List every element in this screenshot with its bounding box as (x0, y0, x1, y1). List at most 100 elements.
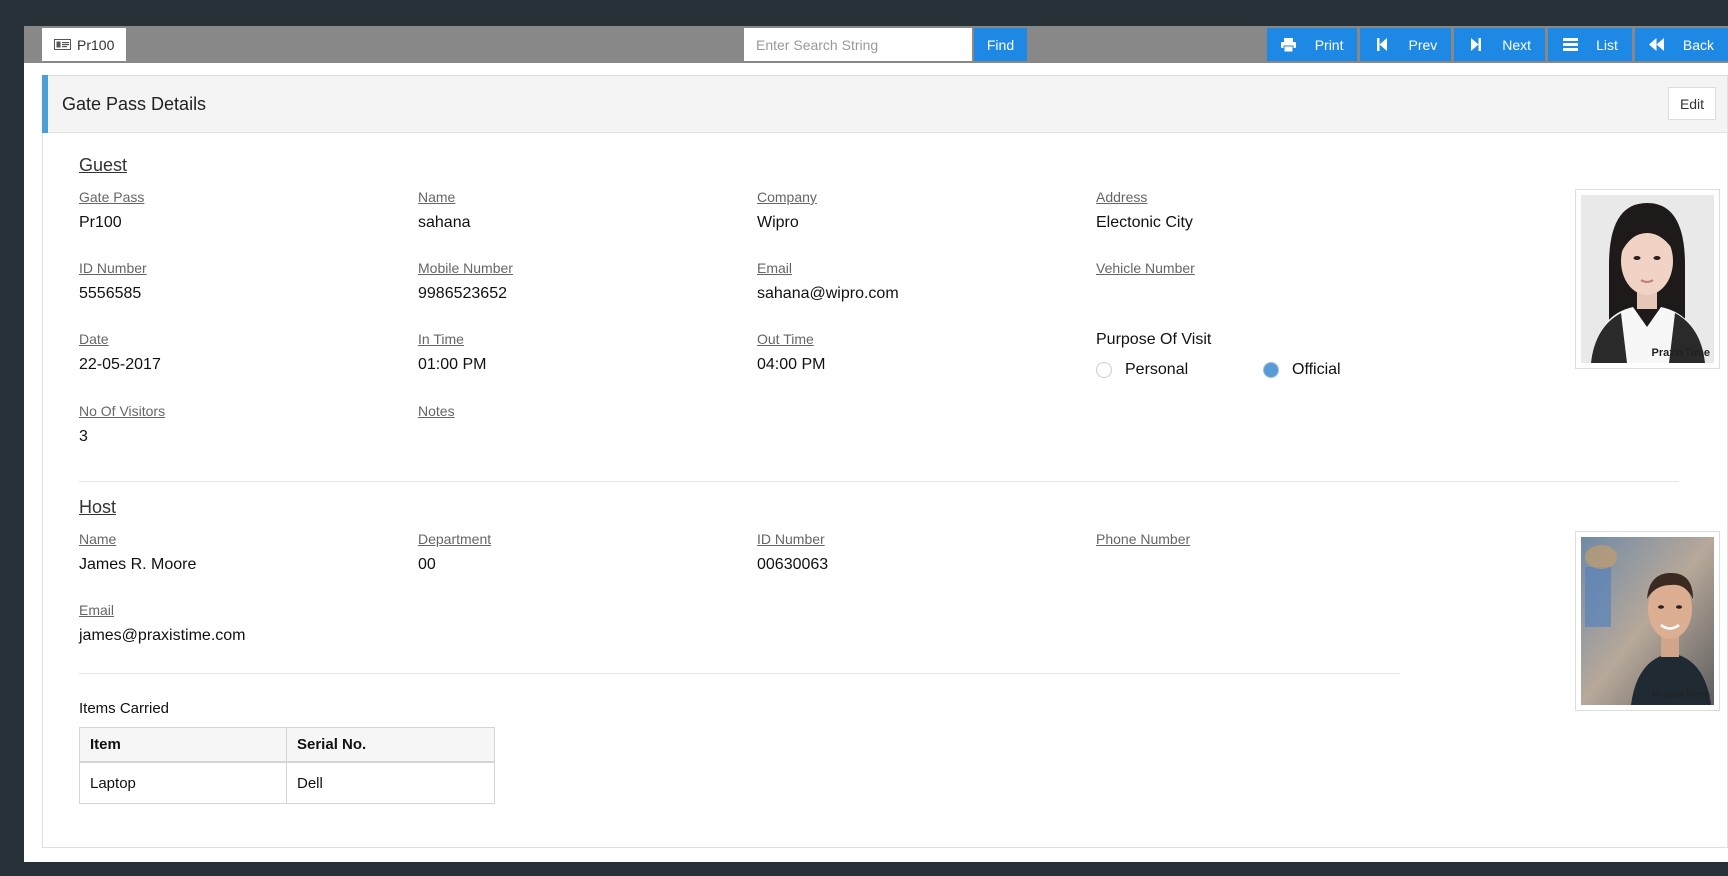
field-vehicle-number: Vehicle Number (1096, 260, 1195, 285)
page-title: Gate Pass Details (62, 94, 207, 114)
field-label: Date (79, 331, 109, 347)
print-icon (1281, 37, 1297, 53)
gate-pass-panel: Gate Pass Details Edit Guest Gate Pass P… (42, 75, 1728, 848)
host-divider (79, 673, 1400, 674)
id-card-icon (54, 39, 71, 50)
table-row: Laptop Dell (79, 761, 495, 804)
back-button[interactable]: Back (1634, 28, 1728, 61)
field-phone-number: Phone Number (1096, 531, 1190, 556)
table-header-row: Item Serial No. (79, 727, 495, 763)
field-gate-pass: Gate Pass Pr100 (79, 189, 144, 232)
field-value: Electonic City (1096, 214, 1193, 231)
guest-section-title: Guest (79, 155, 128, 175)
field-label: No Of Visitors (79, 403, 166, 419)
radio-personal-label[interactable]: Personal (1125, 361, 1263, 379)
list-label: List (1596, 36, 1618, 53)
radio-official-label[interactable]: Official (1292, 361, 1341, 379)
items-carried-label: Items Carried (79, 700, 170, 717)
field-label: Name (79, 531, 117, 547)
field-value: 22-05-2017 (79, 356, 161, 373)
field-label: Email (79, 602, 115, 618)
field-address: Address Electonic City (1096, 189, 1193, 232)
field-label: Department (418, 531, 492, 547)
host-portrait-illustration (1581, 537, 1714, 705)
field-out-time: Out Time 04:00 PM (757, 331, 825, 374)
search-input[interactable] (744, 28, 972, 61)
field-date: Date 22-05-2017 (79, 331, 161, 374)
prev-button[interactable]: Prev (1360, 28, 1452, 61)
field-label: In Time (418, 331, 464, 347)
field-department: Department 00 (418, 531, 491, 574)
field-value: 3 (79, 428, 88, 445)
field-guest-id-number: ID Number 5556585 (79, 260, 147, 303)
radio-official[interactable] (1263, 362, 1279, 378)
field-company: Company Wipro (757, 189, 817, 232)
app-window: Pr100 Find Print Prev Next (24, 26, 1728, 862)
next-button[interactable]: Next (1454, 28, 1546, 61)
next-label: Next (1502, 36, 1532, 53)
photo-watermark: PraxisTime (1651, 347, 1710, 359)
host-photo: PraxisTime (1575, 531, 1720, 711)
field-purpose-of-visit: Purpose Of Visit Personal Official (1096, 331, 1341, 379)
column-header-item: Item (79, 727, 287, 763)
field-label: Notes (418, 403, 455, 419)
field-label: Mobile Number (418, 260, 513, 276)
print-label: Print (1314, 36, 1344, 53)
items-carried-table: Item Serial No. Laptop Dell (79, 727, 495, 804)
field-host-email: Email james@praxistime.com (79, 602, 246, 645)
field-label: Out Time (757, 331, 814, 347)
field-no-of-visitors: No Of Visitors 3 (79, 403, 165, 446)
panel-accent-bar (42, 75, 48, 133)
guest-photo: PraxisTime (1575, 189, 1720, 369)
field-host-id-number: ID Number 00630063 (757, 531, 828, 574)
field-value: James R. Moore (79, 556, 197, 573)
guest-photo-image: PraxisTime (1581, 195, 1714, 363)
record-tab[interactable]: Pr100 (42, 28, 127, 61)
radio-personal[interactable] (1096, 362, 1112, 378)
print-button[interactable]: Print (1266, 28, 1358, 61)
rewind-icon (1649, 37, 1665, 53)
section-divider (79, 481, 1679, 482)
purpose-label: Purpose Of Visit (1096, 331, 1212, 348)
field-value: Wipro (757, 214, 799, 231)
list-button[interactable]: List (1548, 28, 1632, 61)
purpose-radio-group: Personal Official (1096, 361, 1341, 379)
field-host-name: Name James R. Moore (79, 531, 196, 574)
table-cell-item: Laptop (79, 761, 287, 804)
field-label: Phone Number (1096, 531, 1191, 547)
field-label: Vehicle Number (1096, 260, 1195, 276)
field-label: Name (418, 189, 456, 205)
field-value: james@praxistime.com (79, 627, 246, 644)
record-navigation: Print Prev Next List Back (1264, 28, 1728, 61)
back-label: Back (1682, 36, 1714, 53)
skip-forward-icon (1468, 37, 1484, 53)
edit-button[interactable]: Edit (1668, 87, 1716, 120)
field-value: 9986523652 (418, 285, 507, 302)
field-value: 00 (418, 556, 436, 573)
field-value: 5556585 (79, 285, 142, 302)
table-cell-serial-no: Dell (286, 761, 495, 804)
field-notes: Notes (418, 403, 455, 428)
host-section-title: Host (79, 497, 117, 517)
find-button[interactable]: Find (974, 28, 1027, 61)
field-guest-name: Name sahana (418, 189, 471, 232)
toolbar: Pr100 Find Print Prev Next (24, 26, 1728, 63)
list-icon (1562, 37, 1578, 53)
field-value: sahana@wipro.com (757, 285, 899, 302)
field-value: 04:00 PM (757, 356, 826, 373)
field-value: Pr100 (79, 214, 122, 231)
host-photo-watermark: PraxisTime (1651, 689, 1710, 701)
field-value: sahana (418, 214, 471, 231)
field-label: ID Number (757, 531, 825, 547)
field-label: Email (757, 260, 793, 276)
field-mobile-number: Mobile Number 9986523652 (418, 260, 513, 303)
skip-back-icon (1374, 37, 1390, 53)
guest-portrait-illustration (1581, 195, 1714, 363)
record-tab-label: Pr100 (77, 36, 115, 53)
field-guest-email: Email sahana@wipro.com (757, 260, 899, 303)
field-label: Address (1096, 189, 1148, 205)
field-value: 01:00 PM (418, 356, 487, 373)
host-photo-image: PraxisTime (1581, 537, 1714, 705)
panel-header: Gate Pass Details Edit (42, 75, 1727, 133)
field-label: ID Number (79, 260, 147, 276)
